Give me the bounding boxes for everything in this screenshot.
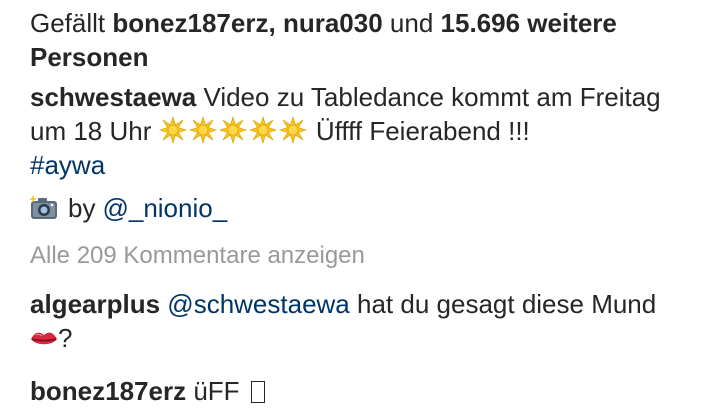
- credit-mention-link[interactable]: @_nionio_: [102, 191, 227, 225]
- credit-by: by: [68, 193, 96, 223]
- comment-item: algearplus @schwestaewa hat du gesagt di…: [30, 287, 700, 355]
- liker-link-1[interactable]: bonez187erz: [112, 8, 268, 38]
- comment-item: bonez187erz üFF: [30, 374, 265, 408]
- lips-icon: [31, 332, 57, 345]
- comment-username[interactable]: bonez187erz: [30, 376, 186, 406]
- comment-mention-link[interactable]: @schwestaewa: [167, 289, 349, 319]
- sun-icon: [218, 116, 247, 144]
- comment-text-end: ?: [58, 323, 73, 353]
- comment-username[interactable]: algearplus: [30, 289, 160, 319]
- likes-summary: Gefällt bonez187erz, nura030 und 15.696 …: [30, 6, 700, 74]
- missing-glyph-icon: [250, 381, 265, 403]
- caption-username[interactable]: schwestaewa: [30, 82, 196, 112]
- hashtag-link[interactable]: #aywa: [30, 150, 105, 180]
- sun-icon: [248, 116, 277, 144]
- post-caption: schwestaewa Video zu Tabledance kommt am…: [30, 80, 700, 182]
- view-all-comments-link[interactable]: Alle 209 Kommentare anzeigen: [30, 239, 365, 273]
- photo-credit: by @_nionio_: [30, 191, 227, 225]
- comment-text: üFF: [193, 376, 240, 406]
- likes-prefix: Gefällt: [30, 8, 106, 38]
- sun-icon: [188, 116, 217, 144]
- sun-emoji-group: [158, 116, 316, 146]
- likes-und: und: [389, 8, 434, 38]
- liker-link-2[interactable]: nura030: [283, 8, 383, 38]
- likes-separator: ,: [268, 8, 276, 38]
- camera-icon: [30, 196, 57, 219]
- sun-icon: [158, 116, 187, 144]
- comment-text: hat du gesagt diese Mund: [357, 289, 657, 319]
- caption-text-end: Üffff Feierabend !!!: [315, 116, 530, 146]
- sun-icon: [278, 116, 307, 144]
